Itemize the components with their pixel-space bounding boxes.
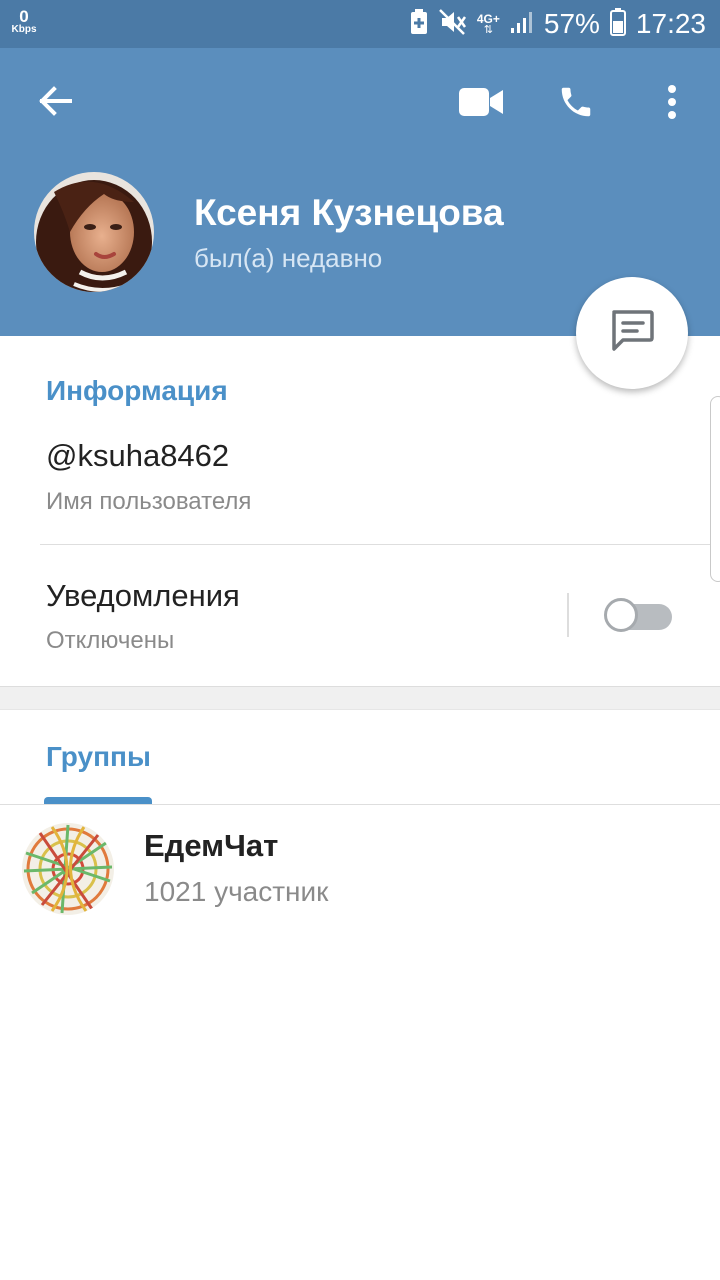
signal-icon: [510, 10, 534, 39]
scroll-indicator[interactable]: [710, 396, 720, 582]
notifications-separator: [567, 593, 569, 637]
back-button[interactable]: [30, 78, 80, 128]
more-vertical-icon: [667, 84, 677, 124]
net-speed-value: 0: [19, 7, 29, 26]
group-avatar: [22, 823, 114, 915]
group-member-count: 1021 участник: [144, 876, 329, 907]
clock: 17:23: [635, 8, 706, 39]
notifications-row[interactable]: Уведомления Отключены: [0, 560, 560, 680]
avatar[interactable]: [34, 172, 154, 292]
phone-icon: [557, 83, 595, 126]
username-label: Имя пользователя: [46, 488, 252, 515]
network-type: 4G+ ⇅: [477, 13, 500, 36]
send-message-button[interactable]: [576, 277, 688, 389]
net-speed-indicator: 0 Kbps: [10, 8, 38, 35]
notifications-state: Отключены: [46, 627, 175, 654]
arrow-left-icon: [38, 85, 72, 121]
status-bar: 0 Kbps 4G+ ⇅ 57% 17:23: [0, 0, 720, 48]
message-icon: [609, 309, 655, 358]
contact-name: Ксеня Кузнецова: [194, 192, 504, 233]
data-arrows-icon: ⇅: [483, 23, 493, 36]
info-divider: [40, 544, 720, 545]
info-section-title: Информация: [46, 375, 228, 406]
battery-icon: [609, 7, 626, 41]
more-options-button[interactable]: [648, 78, 696, 130]
tab-groups[interactable]: Группы: [46, 741, 151, 773]
section-separator: [0, 686, 720, 710]
last-seen-status: был(а) недавно: [194, 243, 383, 273]
battery-percent: 57%: [543, 8, 600, 39]
net-speed-unit: Kbps: [11, 24, 37, 35]
video-camera-icon: [459, 87, 503, 121]
username-row[interactable]: @ksuha8462 Имя пользователя: [0, 420, 700, 540]
call-button[interactable]: [550, 78, 602, 130]
username-value: @ksuha8462: [46, 438, 230, 473]
group-name: ЕдемЧат: [144, 828, 279, 863]
tab-indicator: [44, 797, 152, 804]
network-type-label: 4G+: [476, 11, 500, 26]
tab-bar-divider: [0, 804, 720, 805]
mute-icon: [438, 8, 467, 40]
video-call-button[interactable]: [454, 78, 508, 130]
notifications-label: Уведомления: [46, 578, 240, 613]
toggle-knob: [604, 598, 638, 632]
battery-saver-icon: [409, 8, 429, 40]
notifications-toggle[interactable]: [604, 598, 674, 636]
group-list-item[interactable]: ЕдемЧат 1021 участник: [0, 808, 720, 930]
